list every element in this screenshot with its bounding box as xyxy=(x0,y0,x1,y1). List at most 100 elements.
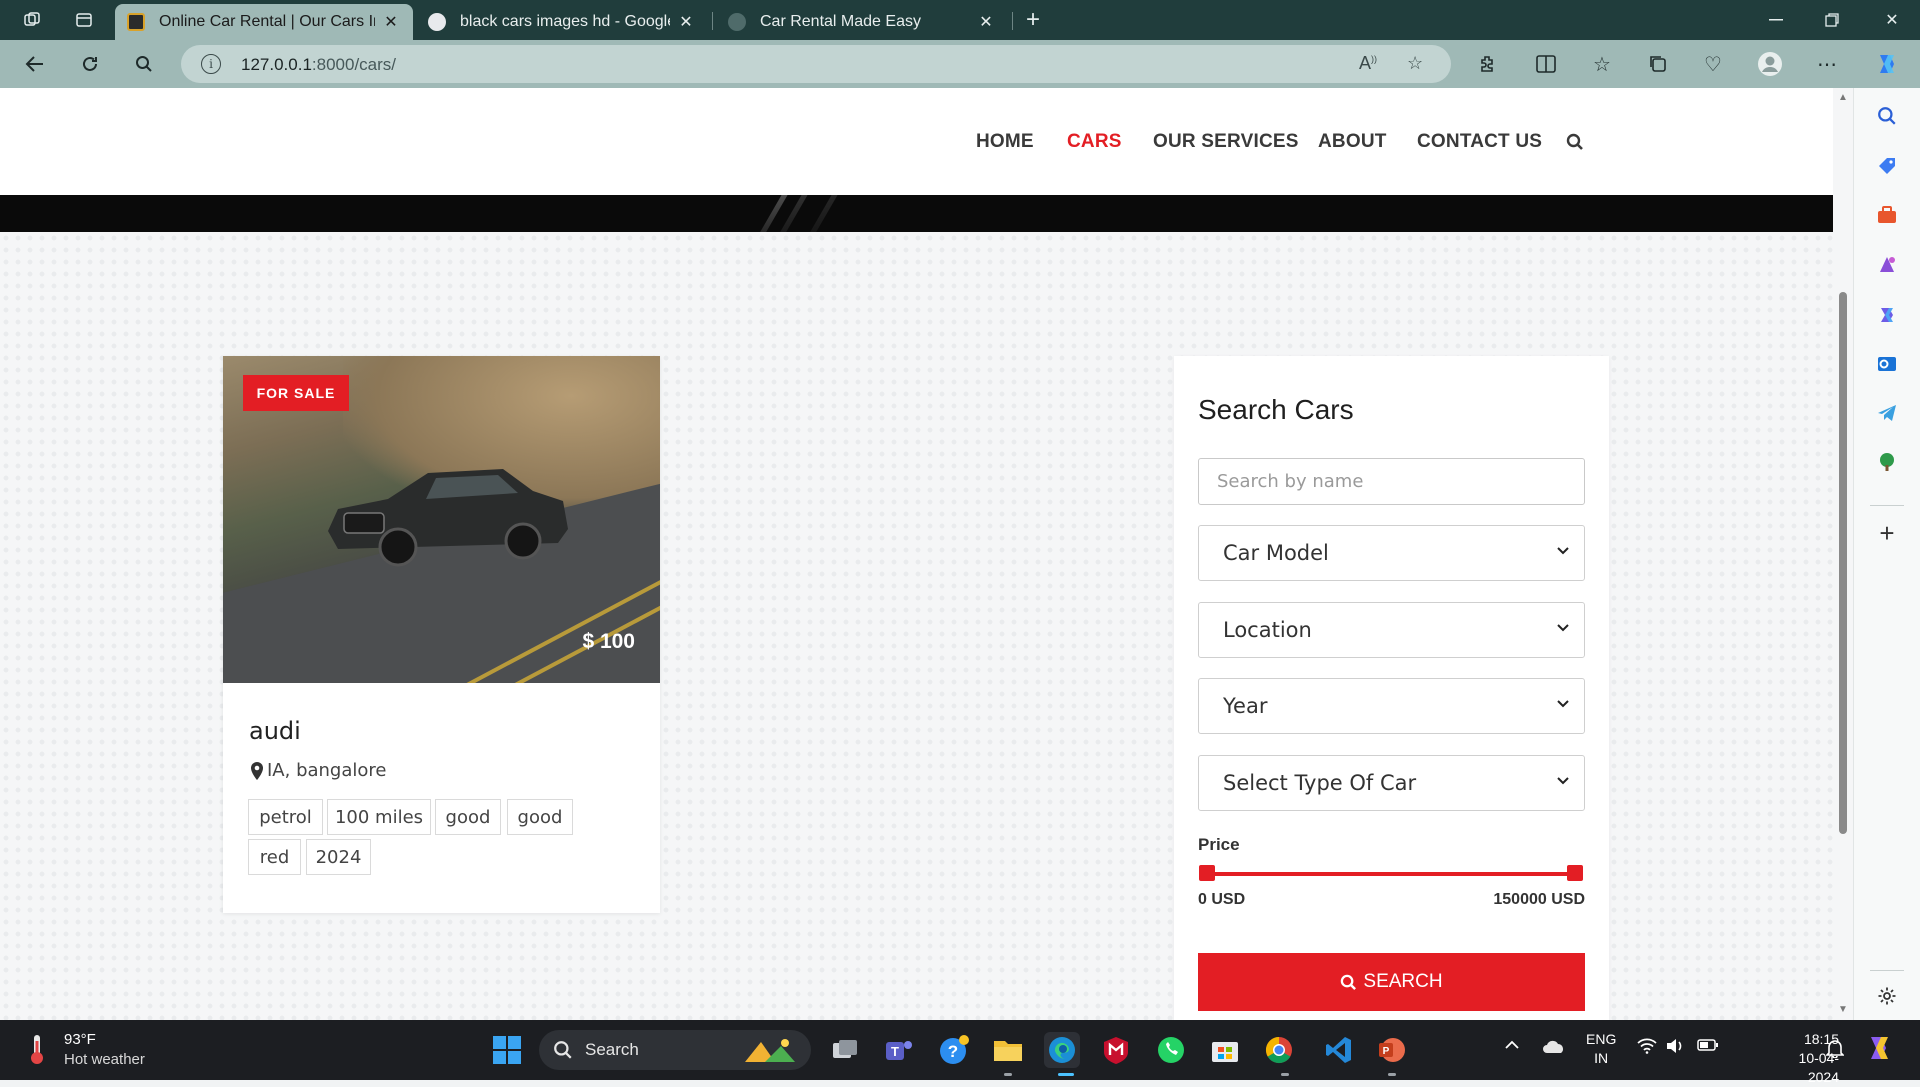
copilot-icon[interactable] xyxy=(1872,50,1902,78)
sidebar-telegram-icon[interactable] xyxy=(1874,400,1900,426)
tab-car-rental[interactable]: Car Rental Made Easy ✕ xyxy=(716,4,1008,40)
browser-tab-bar: Online Car Rental | Our Cars Inve ✕ blac… xyxy=(0,0,1920,40)
browser-toolbar: i 127.0.0.1:8000/cars/ A)) ☆ ☆ ♡ ⋯ xyxy=(0,40,1920,88)
workspaces-icon[interactable] xyxy=(18,6,46,34)
search-icon[interactable] xyxy=(129,50,159,78)
nav-contact-us[interactable]: CONTACT US xyxy=(1417,131,1542,153)
refresh-button[interactable] xyxy=(75,50,105,78)
search-button[interactable]: SEARCH xyxy=(1198,953,1585,1011)
weather-description[interactable]: Hot weather xyxy=(64,1051,145,1068)
sidebar-tree-icon[interactable] xyxy=(1874,449,1900,475)
nav-about[interactable]: ABOUT xyxy=(1318,131,1387,153)
microsoft-store-icon[interactable] xyxy=(1207,1032,1243,1068)
car-tag: good xyxy=(507,799,573,835)
close-tab-icon[interactable]: ✕ xyxy=(676,12,696,32)
car-card[interactable]: FOR SALE $ 100 audi IA, bangalore petrol… xyxy=(223,356,660,913)
split-screen-icon[interactable] xyxy=(1531,50,1561,78)
car-name[interactable]: audi xyxy=(249,717,301,745)
tab-actions-icon[interactable] xyxy=(70,6,98,34)
chevron-down-icon xyxy=(1557,547,1569,555)
sidebar-copilot-icon[interactable] xyxy=(1874,302,1900,328)
close-tab-icon[interactable]: ✕ xyxy=(381,12,401,32)
extensions-icon[interactable] xyxy=(1472,50,1502,78)
language-indicator[interactable]: ENG IN xyxy=(1586,1030,1616,1068)
svg-text:?: ? xyxy=(948,1042,958,1061)
whatsapp-icon[interactable] xyxy=(1153,1032,1189,1068)
search-by-name-input[interactable]: Search by name xyxy=(1198,458,1585,505)
scroll-up-arrow[interactable]: ▲ xyxy=(1837,92,1849,103)
help-icon[interactable]: ? xyxy=(936,1032,972,1068)
car-silhouette xyxy=(328,469,568,567)
hero-banner-strip xyxy=(0,195,1833,232)
restore-button[interactable] xyxy=(1804,0,1860,40)
favorite-star-icon[interactable]: ☆ xyxy=(1407,53,1423,74)
nav-cars[interactable]: CARS xyxy=(1067,131,1122,153)
more-menu-icon[interactable]: ⋯ xyxy=(1812,50,1842,78)
minimize-button[interactable] xyxy=(1748,0,1804,40)
back-button[interactable] xyxy=(20,50,50,78)
notifications-bell-icon[interactable] xyxy=(1825,1038,1845,1063)
price-slider-max-handle[interactable] xyxy=(1567,865,1583,881)
start-button[interactable] xyxy=(489,1032,525,1068)
page-scrollbar[interactable]: ▲ ▼ xyxy=(1833,88,1853,1020)
sidebar-search-icon[interactable] xyxy=(1874,103,1900,129)
nav-home[interactable]: HOME xyxy=(976,131,1034,153)
sidebar-tools-icon[interactable] xyxy=(1874,202,1900,228)
address-bar[interactable]: i 127.0.0.1:8000/cars/ A)) ☆ xyxy=(181,45,1451,83)
wifi-icon[interactable] xyxy=(1637,1038,1657,1059)
favorites-icon[interactable]: ☆ xyxy=(1587,50,1617,78)
powerpoint-icon[interactable]: P xyxy=(1374,1032,1410,1068)
car-image[interactable]: FOR SALE $ 100 xyxy=(223,356,660,683)
nav-our-services[interactable]: OUR SERVICES xyxy=(1153,131,1299,153)
collections-icon[interactable] xyxy=(1643,50,1673,78)
language-code: ENG xyxy=(1586,1031,1617,1047)
sidebar-shopping-icon[interactable] xyxy=(1874,153,1900,179)
profile-avatar[interactable] xyxy=(1755,50,1785,78)
mcafee-icon[interactable] xyxy=(1098,1032,1134,1068)
onedrive-icon[interactable] xyxy=(1542,1038,1566,1061)
read-aloud-icon[interactable]: A)) xyxy=(1359,53,1377,74)
price-slider-track[interactable] xyxy=(1207,872,1575,876)
car-type-select[interactable]: Select Type Of Car xyxy=(1198,755,1585,811)
scroll-down-arrow[interactable]: ▼ xyxy=(1837,1004,1849,1015)
select-value: Location xyxy=(1223,618,1312,642)
close-window-button[interactable]: ✕ xyxy=(1864,0,1920,40)
battery-icon[interactable] xyxy=(1697,1038,1719,1057)
tab-title: Car Rental Made Easy xyxy=(760,13,921,30)
taskbar-search-box[interactable]: Search xyxy=(539,1030,811,1070)
site-info-icon[interactable]: i xyxy=(201,54,221,74)
browser-essentials-icon[interactable]: ♡ xyxy=(1698,50,1728,78)
search-cars-panel: Search Cars Search by name Car Model Loc… xyxy=(1174,356,1609,1020)
show-hidden-icons-chevron-icon[interactable] xyxy=(1504,1038,1520,1056)
car-tag: 100 miles xyxy=(327,799,431,835)
weather-temperature[interactable]: 93°F xyxy=(64,1031,96,1048)
copilot-taskbar-icon[interactable] xyxy=(1865,1034,1895,1067)
tab-online-car-rental[interactable]: Online Car Rental | Our Cars Inve ✕ xyxy=(115,4,413,40)
sidebar-outlook-icon[interactable] xyxy=(1874,351,1900,377)
vscode-icon[interactable] xyxy=(1321,1032,1357,1068)
volume-icon[interactable] xyxy=(1665,1038,1685,1059)
edge-icon[interactable] xyxy=(1044,1032,1080,1068)
tab-google-search[interactable]: black cars images hd - Google Se ✕ xyxy=(416,4,708,40)
svg-text:T: T xyxy=(891,1044,899,1059)
close-tab-icon[interactable]: ✕ xyxy=(976,12,996,32)
price-slider-min-handle[interactable] xyxy=(1199,865,1215,881)
car-tag: petrol xyxy=(248,799,323,835)
new-tab-button[interactable]: + xyxy=(1019,6,1047,34)
nav-search-icon[interactable] xyxy=(1566,133,1584,156)
select-value: Year xyxy=(1223,694,1268,718)
chevron-down-icon xyxy=(1557,777,1569,785)
year-select[interactable]: Year xyxy=(1198,678,1585,734)
svg-text:P: P xyxy=(1383,1046,1390,1057)
task-view-icon[interactable] xyxy=(827,1032,863,1068)
location-select[interactable]: Location xyxy=(1198,602,1585,658)
chrome-icon[interactable] xyxy=(1261,1032,1297,1068)
file-explorer-icon[interactable] xyxy=(990,1032,1026,1068)
car-model-select[interactable]: Car Model xyxy=(1198,525,1585,581)
thermometer-icon[interactable] xyxy=(26,1032,48,1066)
sidebar-games-icon[interactable] xyxy=(1874,252,1900,278)
sidebar-add-icon[interactable]: + xyxy=(1874,518,1900,548)
teams-icon[interactable]: T xyxy=(881,1032,917,1068)
sidebar-settings-icon[interactable] xyxy=(1874,983,1900,1009)
scrollbar-thumb[interactable] xyxy=(1839,292,1847,834)
